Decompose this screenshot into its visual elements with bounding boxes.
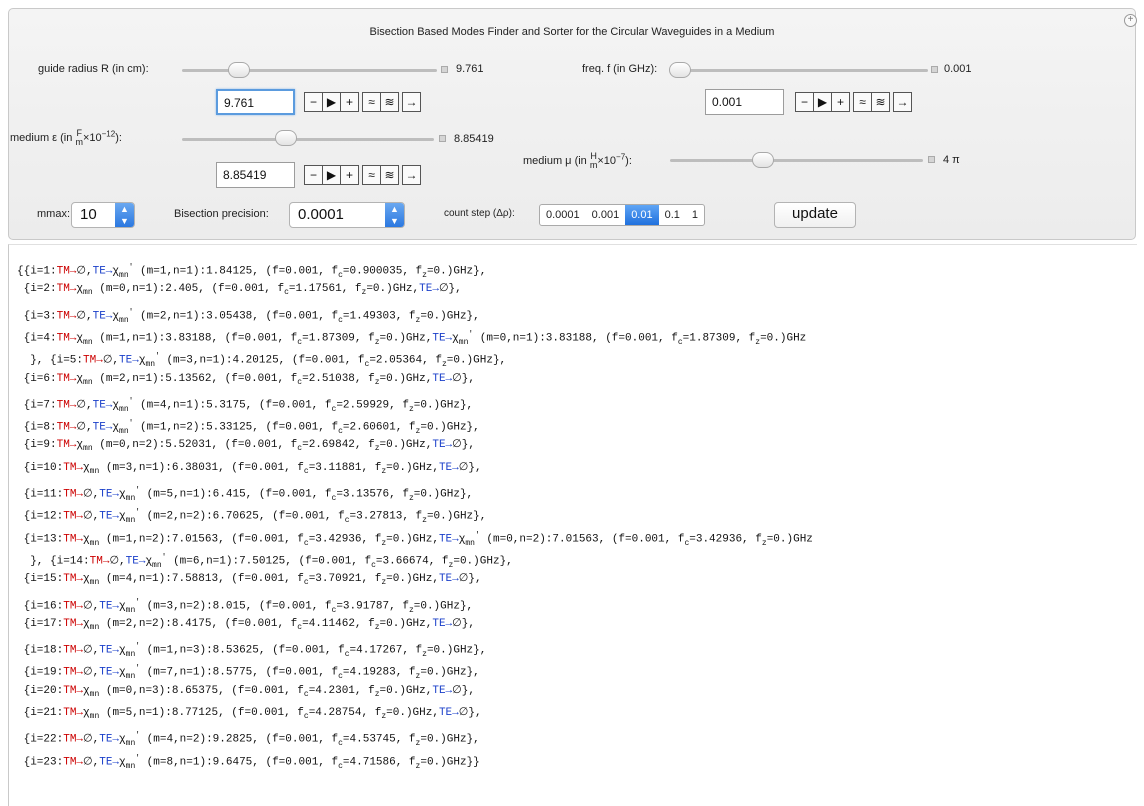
mmax-value: 10 [80,206,97,223]
freq-value: 0.001 [944,63,972,75]
eps-value: 8.85419 [454,133,494,145]
mmax-label: mmax: [37,208,70,220]
output-line: {i=15:TM→χmn (m=4,n=1):7.58813, (f=0.001… [17,573,482,588]
countstep-selector: 0.0001 0.001 0.01 0.1 1 [539,204,706,226]
output-line: {i=8:TM→∅,TE→χmn' (m=1,n=2):5.33125, (f=… [17,419,480,436]
countstep-option-selected[interactable]: 0.01 [625,205,659,225]
mmax-select[interactable]: 10 ▲ ▼ [71,202,135,228]
direction-button[interactable]: → [402,92,421,112]
output-line: }, {i=5:TM→∅,TE→χmn' (m=3,n=1):4.20125, … [17,352,507,370]
increment-button[interactable]: + [340,92,359,112]
play-button[interactable]: ▶ [813,92,832,112]
mu-slider-thumb[interactable] [752,152,774,168]
freq-input[interactable]: 0.001 [705,89,784,115]
output-line: {i=10:TM→χmn (m=3,n=1):6.38031, (f=0.001… [17,461,482,476]
countstep-option[interactable]: 1 [686,205,704,225]
output-line: {i=11:TM→∅,TE→χmn' (m=5,n=1):6.415, (f=0… [17,486,474,503]
countstep-option[interactable]: 0.0001 [540,205,586,225]
eps-slider-thumb[interactable] [275,130,297,146]
radius-input[interactable]: 9.761 [216,89,295,115]
radius-slider-thumb[interactable] [228,62,250,78]
output-line: {i=9:TM→χmn (m=0,n=2):5.52031, (f=0.001,… [17,439,475,454]
play-button[interactable]: ▶ [322,165,341,185]
increment-button[interactable]: + [831,92,850,112]
output-line: {i=12:TM→∅,TE→χmn' (m=2,n=2):6.70625, (f… [17,508,487,526]
output-line: {i=13:TM→χmn (m=1,n=2):7.01563, (f=0.001… [17,530,813,548]
output-line: {i=2:TM→χmn (m=0,n=1):2.405, (f=0.001, f… [17,283,462,298]
faster-button[interactable]: ≈ [853,92,872,112]
play-button[interactable]: ▶ [322,92,341,112]
update-button[interactable]: update [774,202,856,228]
output-area: {{i=1:TM→∅,TE→χmn' (m=1,n=1):1.84125, (f… [8,244,1137,806]
radius-slider-toggle[interactable] [441,66,448,73]
output-line: {i=18:TM→∅,TE→χmn' (m=1,n=3):8.53625, (f… [17,642,487,659]
mu-slider-track[interactable] [670,159,923,162]
eps-input[interactable]: 8.85419 [216,162,295,188]
output-line: {i=3:TM→∅,TE→χmn' (m=2,n=1):3.05438, (f=… [17,307,480,325]
panel-title: Bisection Based Modes Finder and Sorter … [369,26,775,38]
direction-button[interactable]: → [893,92,912,112]
updown-icon: ▲ ▼ [385,203,404,227]
decrement-button[interactable]: − [795,92,814,112]
output-line: {i=4:TM→χmn (m=1,n=1):3.83188, (f=0.001,… [17,329,807,347]
mu-label: medium μ (in Hm×10−7): [523,151,632,170]
updown-icon: ▲ ▼ [115,203,134,227]
output-line: {i=21:TM→χmn (m=5,n=1):8.77125, (f=0.001… [17,707,482,722]
output-line: {i=17:TM→χmn (m=2,n=2):8.4175, (f=0.001,… [17,617,475,632]
radius-value: 9.761 [456,63,484,75]
countstep-option[interactable]: 0.001 [586,205,626,225]
eps-label: medium ε (in Fm×10−12): [10,128,122,147]
mu-value: 4 π [943,154,960,166]
decrement-button[interactable]: − [304,92,323,112]
countstep-option[interactable]: 0.1 [659,205,686,225]
eps-anim-buttons: − ▶ + ≈ ≋ → [304,165,421,185]
freq-slider-thumb[interactable] [669,62,691,78]
freq-slider-track[interactable] [676,69,928,72]
countstep-label: count step (Δρ): [444,208,515,219]
slower-button[interactable]: ≋ [380,165,399,185]
radius-anim-buttons: − ▶ + ≈ ≋ → [304,92,421,112]
output-line: {i=23:TM→∅,TE→χmn' (m=8,n=1):9.6475, (f=… [17,753,480,771]
radius-slider-track[interactable] [182,69,437,72]
radius-label: guide radius R (in cm): [38,63,149,75]
output-line: {i=16:TM→∅,TE→χmn' (m=3,n=2):8.015, (f=0… [17,597,474,615]
precision-value: 0.0001 [298,206,344,223]
freq-label: freq. f (in GHz): [582,63,658,75]
slower-button[interactable]: ≋ [380,92,399,112]
decrement-button[interactable]: − [304,165,323,185]
freq-slider-toggle[interactable] [931,66,938,73]
eps-slider-toggle[interactable] [439,135,446,142]
output-line: {{i=1:TM→∅,TE→χmn' (m=1,n=1):1.84125, (f… [17,263,487,280]
precision-label: Bisection precision: [174,208,269,220]
eps-unit-fraction: Fm [75,128,83,147]
precision-select[interactable]: 0.0001 ▲ ▼ [289,202,405,228]
slower-button[interactable]: ≋ [871,92,890,112]
direction-button[interactable]: → [402,165,421,185]
eps-slider-track[interactable] [182,138,434,141]
output-line: {i=20:TM→χmn (m=0,n=3):8.65375, (f=0.001… [17,684,475,699]
freq-anim-buttons: − ▶ + ≈ ≋ → [795,92,912,112]
increment-button[interactable]: + [340,165,359,185]
mu-slider-toggle[interactable] [928,156,935,163]
output-line: {i=7:TM→∅,TE→χmn' (m=4,n=1):5.3175, (f=0… [17,396,474,414]
output-line: {i=19:TM→∅,TE→χmn' (m=7,n=1):8.5775, (f=… [17,664,480,682]
output-line: }, {i=14:TM→∅,TE→χmn' (m=6,n=1):7.50125,… [17,552,513,570]
faster-button[interactable]: ≈ [362,92,381,112]
output-line: {i=6:TM→χmn (m=2,n=1):5.13562, (f=0.001,… [17,372,475,387]
faster-button[interactable]: ≈ [362,165,381,185]
output-line: {i=22:TM→∅,TE→χmn' (m=4,n=2):9.2825, (f=… [17,731,480,749]
